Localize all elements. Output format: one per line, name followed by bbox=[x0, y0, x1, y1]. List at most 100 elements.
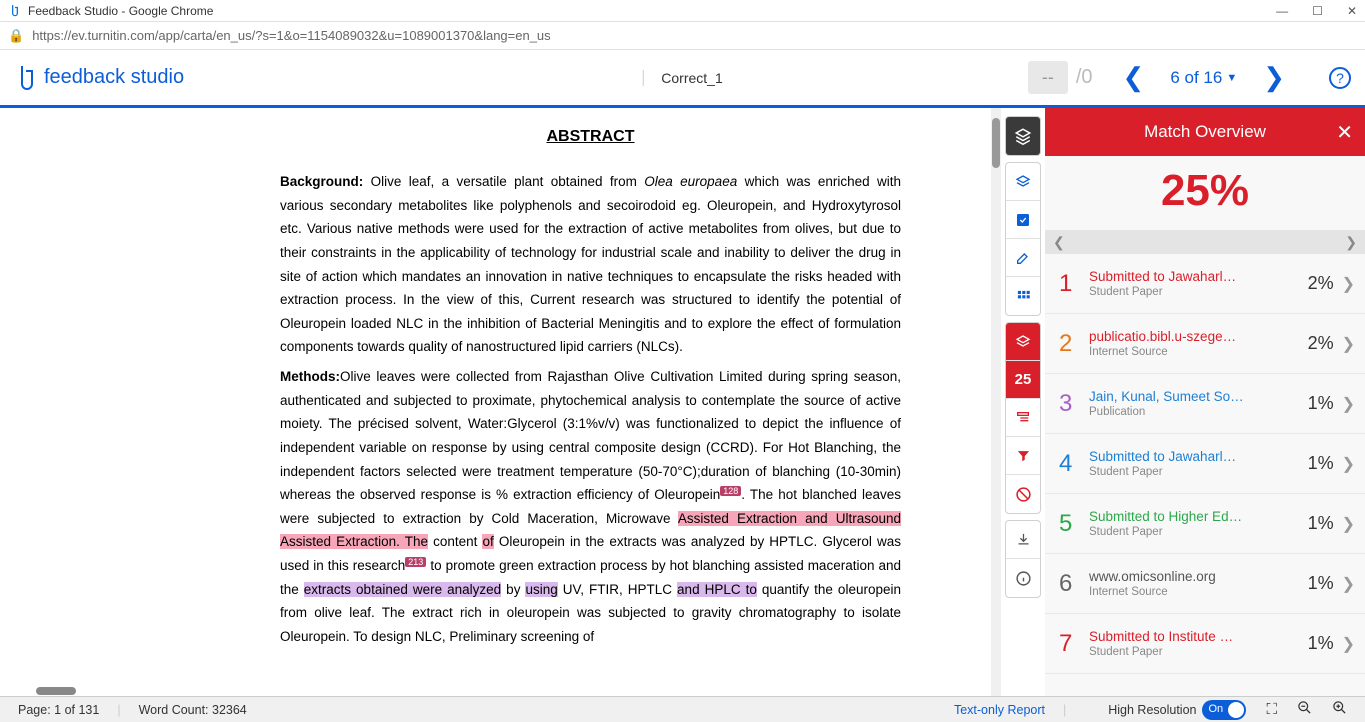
document-viewer[interactable]: ABSTRACT Background: Olive leaf, a versa… bbox=[0, 108, 991, 698]
match-item[interactable]: 7Submitted to Institute …Student Paper1%… bbox=[1045, 614, 1365, 674]
window-title-bar: Feedback Studio - Google Chrome — ☐ ✕ bbox=[0, 0, 1365, 22]
grid-icon[interactable] bbox=[1006, 277, 1040, 315]
maximize-icon[interactable]: ☐ bbox=[1312, 4, 1323, 18]
match-item[interactable]: 5Submitted to Higher Ed…Student Paper1%❯ bbox=[1045, 494, 1365, 554]
match-number: 3 bbox=[1059, 390, 1089, 418]
similarity-layers-icon[interactable] bbox=[1006, 323, 1040, 361]
side-toolbar: 25 bbox=[1001, 108, 1045, 698]
chevron-right-icon: ❯ bbox=[1342, 274, 1355, 294]
match-title: www.omicsonline.org bbox=[1089, 569, 1308, 584]
main-content: ABSTRACT Background: Olive leaf, a versa… bbox=[0, 108, 1365, 698]
match-title: Submitted to Jawaharl… bbox=[1089, 269, 1308, 284]
scroll-thumb[interactable] bbox=[992, 118, 1000, 168]
separator: | bbox=[117, 703, 120, 717]
abstract-methods: Methods:Olive leaves were collected from… bbox=[280, 365, 901, 649]
match-percent: 2% bbox=[1308, 333, 1334, 354]
match-title: Submitted to Jawaharl… bbox=[1089, 449, 1308, 464]
toggle-switch[interactable]: On bbox=[1202, 700, 1246, 720]
match-item[interactable]: 4Submitted to Jawaharl…Student Paper1%❯ bbox=[1045, 434, 1365, 494]
overall-similarity: 25% bbox=[1045, 156, 1365, 230]
abstract-background: Background: Olive leaf, a versatile plan… bbox=[280, 170, 901, 359]
pager-text: 6 of 16 bbox=[1170, 68, 1222, 88]
panel-title: Match Overview bbox=[1144, 122, 1266, 142]
match-subtitle: Internet Source bbox=[1089, 586, 1308, 598]
match-subtitle: Publication bbox=[1089, 406, 1308, 418]
url-text: https://ev.turnitin.com/app/carta/en_us/… bbox=[32, 28, 550, 43]
highlight-213b[interactable]: using bbox=[525, 582, 557, 597]
match-percent: 1% bbox=[1308, 633, 1334, 654]
download-icon[interactable] bbox=[1006, 521, 1040, 559]
match-percent: 1% bbox=[1308, 393, 1334, 414]
match-subtitle: Student Paper bbox=[1089, 466, 1308, 478]
lock-icon: 🔒 bbox=[8, 28, 24, 44]
similarity-score-button[interactable]: 25 bbox=[1006, 361, 1040, 399]
paper-pager[interactable]: 6 of 16 ▼ bbox=[1170, 68, 1237, 88]
chevron-right-icon: ❯ bbox=[1342, 334, 1355, 354]
text-only-link[interactable]: Text-only Report bbox=[954, 703, 1045, 717]
filter-icon[interactable] bbox=[1006, 437, 1040, 475]
zoom-in-icon[interactable] bbox=[1332, 700, 1347, 719]
exclude-icon[interactable] bbox=[1006, 475, 1040, 513]
close-window-icon[interactable]: ✕ bbox=[1347, 4, 1357, 18]
match-number: 1 bbox=[1059, 270, 1089, 298]
match-item[interactable]: 1Submitted to Jawaharl… Student Paper2% ❯ bbox=[1045, 254, 1365, 314]
match-percent: 1% bbox=[1308, 453, 1334, 474]
footer-wordcount: Word Count: 32364 bbox=[139, 703, 247, 717]
match-title: publicatio.bibl.u-szege… bbox=[1089, 329, 1308, 344]
list-prev-icon[interactable]: ❮ bbox=[1053, 234, 1065, 251]
edit-icon[interactable] bbox=[1006, 239, 1040, 277]
brand-logo[interactable]: feedback studio bbox=[14, 64, 184, 92]
match-list[interactable]: 1Submitted to Jawaharl…Student Paper2%❯2… bbox=[1045, 254, 1365, 698]
match-percent: 2% bbox=[1308, 273, 1334, 294]
match-number: 7 bbox=[1059, 630, 1089, 658]
document-name: Correct_1 bbox=[642, 70, 722, 86]
match-number: 6 bbox=[1059, 570, 1089, 598]
highres-toggle[interactable]: High Resolution On bbox=[1108, 700, 1246, 720]
match-item[interactable]: 3Jain, Kunal, Sumeet So…Publication1%❯ bbox=[1045, 374, 1365, 434]
prev-paper-arrow[interactable]: ❮ bbox=[1123, 62, 1145, 93]
dropdown-caret-icon: ▼ bbox=[1226, 72, 1237, 84]
layers-dark-icon[interactable] bbox=[1006, 117, 1040, 155]
match-marker-213[interactable]: 213 bbox=[405, 557, 426, 567]
status-bar: Page: 1 of 131 | Word Count: 32364 Text-… bbox=[0, 696, 1365, 722]
zoom-out-icon[interactable] bbox=[1297, 700, 1312, 719]
grade-score[interactable]: -- bbox=[1028, 61, 1068, 94]
list-next-icon[interactable]: ❯ bbox=[1345, 234, 1357, 251]
horizontal-scroll-thumb[interactable] bbox=[36, 687, 76, 695]
all-sources-icon[interactable] bbox=[1006, 399, 1040, 437]
brand-text: feedback studio bbox=[44, 66, 184, 89]
match-subtitle: Student Paper bbox=[1089, 286, 1308, 298]
address-bar[interactable]: 🔒 https://ev.turnitin.com/app/carta/en_u… bbox=[0, 22, 1365, 50]
info-icon[interactable] bbox=[1006, 559, 1040, 597]
match-marker-128[interactable]: 128 bbox=[720, 486, 741, 496]
chevron-right-icon: ❯ bbox=[1342, 634, 1355, 654]
chevron-right-icon: ❯ bbox=[1342, 394, 1355, 414]
match-percent: 1% bbox=[1308, 513, 1334, 534]
document-scrollbar[interactable] bbox=[991, 108, 1001, 698]
match-subtitle: Internet Source bbox=[1089, 346, 1308, 358]
panel-header: Match Overview ✕ bbox=[1045, 108, 1365, 156]
match-item[interactable]: 6www.omicsonline.org Internet Source1% ❯ bbox=[1045, 554, 1365, 614]
layers-icon[interactable] bbox=[1006, 163, 1040, 201]
checkbox-icon[interactable] bbox=[1006, 201, 1040, 239]
grade-total: /0 bbox=[1076, 66, 1093, 89]
match-item[interactable]: 2publicatio.bibl.u-szege… Internet Source… bbox=[1045, 314, 1365, 374]
panel-close-icon[interactable]: ✕ bbox=[1336, 120, 1353, 145]
next-paper-arrow[interactable]: ❯ bbox=[1263, 62, 1285, 93]
help-icon[interactable]: ? bbox=[1329, 67, 1351, 89]
highlight-128b[interactable]: of bbox=[482, 534, 493, 549]
match-title: Submitted to Institute … bbox=[1089, 629, 1308, 644]
match-percent: 1% bbox=[1308, 573, 1334, 594]
abstract-heading: ABSTRACT bbox=[280, 128, 901, 146]
footer-page: Page: 1 of 131 bbox=[18, 703, 99, 717]
highlight-128[interactable]: Assisted Extraction and Ultrasound Assis… bbox=[280, 511, 901, 550]
app-icon bbox=[8, 4, 22, 18]
chevron-right-icon: ❯ bbox=[1342, 514, 1355, 534]
match-number: 5 bbox=[1059, 510, 1089, 538]
chevron-right-icon: ❯ bbox=[1342, 574, 1355, 594]
highlight-213c[interactable]: and HPLC to bbox=[677, 582, 757, 597]
highlight-213[interactable]: extracts obtained were analyzed bbox=[304, 582, 501, 597]
match-number: 2 bbox=[1059, 330, 1089, 358]
fullscreen-icon[interactable]: ⛶ bbox=[1266, 701, 1277, 718]
minimize-icon[interactable]: — bbox=[1276, 4, 1288, 18]
